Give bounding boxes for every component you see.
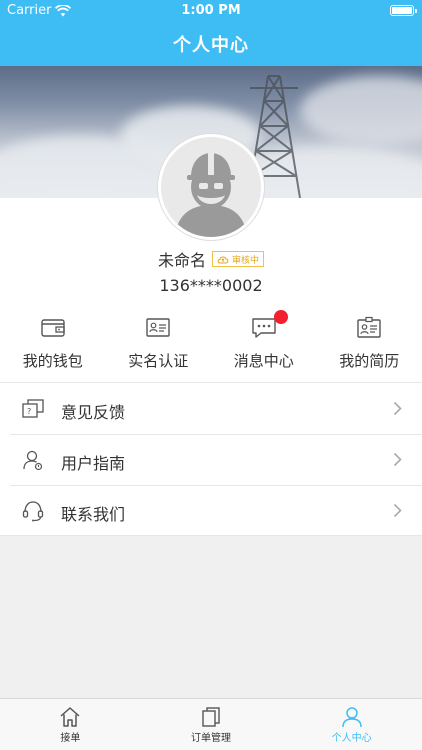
list-item-contact[interactable]: 联系我们 <box>0 485 422 536</box>
status-badge: 审核中 <box>212 251 265 267</box>
notification-dot <box>273 310 288 324</box>
divider <box>0 535 422 536</box>
badge-label: 审核中 <box>232 255 260 266</box>
name-row: 未命名 审核中 <box>0 247 422 271</box>
quick-item-resume[interactable]: 我的简历 <box>317 308 422 382</box>
chevron-right-icon <box>393 503 402 518</box>
quick-item-label: 消息中心 <box>233 352 294 370</box>
tab-order-management[interactable]: 订单管理 <box>141 699 282 750</box>
worker-avatar-icon <box>161 137 261 237</box>
list-item-label: 联系我们 <box>61 505 126 524</box>
cloud-upload-icon <box>217 255 229 263</box>
quick-item-verification[interactable]: 实名认证 <box>106 308 212 382</box>
headset-icon <box>22 500 44 522</box>
battery-icon <box>390 5 417 16</box>
tab-bar: 接单 订单管理 个人中心 <box>0 698 422 750</box>
tab-label: 订单管理 <box>191 733 231 744</box>
user-name: 未命名 <box>157 251 206 270</box>
top-bar: Carrier 1:00 PM 个人中心 <box>0 0 422 66</box>
tab-orders-receive[interactable]: 接单 <box>0 699 141 750</box>
resume-icon <box>355 316 383 340</box>
home-icon <box>60 707 80 727</box>
list-item-label: 意见反馈 <box>61 403 126 422</box>
avatar[interactable] <box>158 134 264 240</box>
status-time: 1:00 PM <box>181 3 241 18</box>
quick-item-wallet[interactable]: 我的钱包 <box>0 308 106 382</box>
status-bar: Carrier 1:00 PM <box>0 0 422 22</box>
wallet-icon <box>39 316 67 340</box>
person-icon <box>341 707 362 728</box>
feedback-icon: ? <box>22 398 44 420</box>
tab-profile[interactable]: 个人中心 <box>281 699 422 750</box>
list-item-user-guide[interactable]: 用户指南 <box>0 434 422 485</box>
chevron-right-icon <box>393 401 402 416</box>
settings-list: ? 意见反馈 用户指南 联系我们 <box>0 382 422 536</box>
user-guide-icon <box>22 449 44 471</box>
svg-text:?: ? <box>27 407 31 416</box>
quick-item-label: 我的简历 <box>339 352 400 370</box>
quick-item-label: 我的钱包 <box>22 352 83 370</box>
id-card-icon <box>144 316 172 340</box>
chevron-right-icon <box>393 452 402 467</box>
user-phone: 136****0002 <box>159 276 263 295</box>
tab-label: 个人中心 <box>331 733 372 744</box>
tab-label: 接单 <box>60 733 81 744</box>
page-title: 个人中心 <box>173 35 249 56</box>
message-icon <box>250 310 288 340</box>
quick-menu: 我的钱包 实名认证 消息中心 我的简历 <box>0 308 422 382</box>
quick-item-label: 实名认证 <box>128 352 189 370</box>
orders-icon <box>202 707 220 727</box>
list-item-label: 用户指南 <box>61 454 126 473</box>
list-item-feedback[interactable]: ? 意见反馈 <box>0 383 422 434</box>
quick-item-messages[interactable]: 消息中心 <box>211 308 317 382</box>
